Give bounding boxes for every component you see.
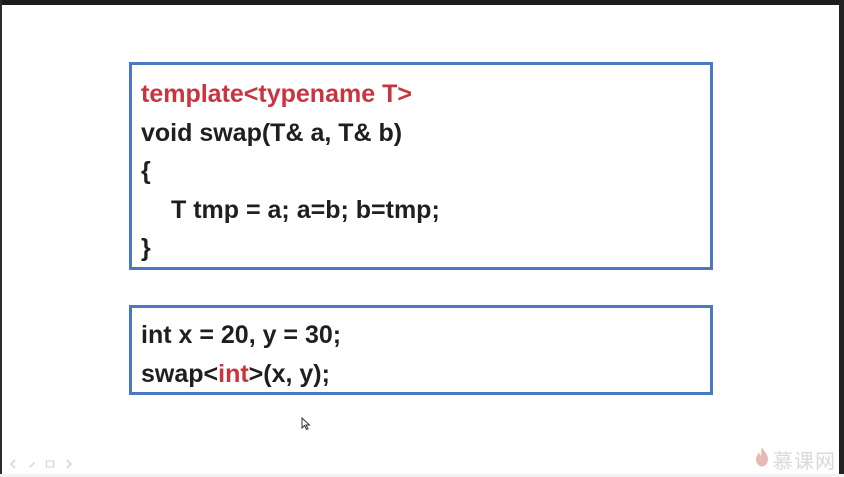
pen-icon[interactable] xyxy=(26,458,38,470)
swap-call-prefix: swap< xyxy=(141,359,219,388)
site-watermark: 慕课网 xyxy=(754,445,836,473)
forward-arrow-icon[interactable] xyxy=(62,458,74,470)
function-signature-line: void swap(T& a, T& b) xyxy=(141,118,403,147)
usage-code-box: int x = 20, y = 30; swap<int>(x, y); xyxy=(129,305,713,395)
window-left-frame xyxy=(0,0,2,477)
watermark-text: 慕课网 xyxy=(773,448,836,473)
open-brace-line: { xyxy=(141,157,151,185)
swap-call-line: swap<int>(x, y); xyxy=(141,355,710,394)
slide-toolbar xyxy=(8,458,74,470)
close-brace-line: } xyxy=(141,234,151,262)
slides-icon[interactable] xyxy=(44,458,56,470)
function-body-line: T tmp = a; a=b; b=tmp; xyxy=(171,195,440,224)
variable-declaration-line: int x = 20, y = 30; xyxy=(141,321,342,349)
back-arrow-icon[interactable] xyxy=(8,458,20,470)
template-declaration-line: template<typename T> xyxy=(141,80,412,108)
flame-icon xyxy=(754,446,770,473)
window-right-frame xyxy=(839,0,844,477)
window-top-frame xyxy=(0,0,844,5)
swap-call-suffix: >(x, y); xyxy=(248,359,330,388)
template-code-box: template<typename T> void swap(T& a, T& … xyxy=(129,62,713,270)
swap-call-type-arg: int xyxy=(218,359,249,388)
